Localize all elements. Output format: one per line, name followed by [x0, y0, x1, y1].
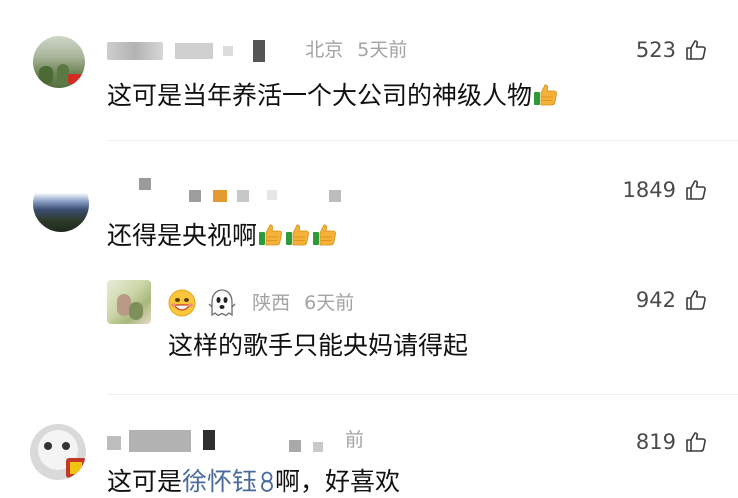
thumbs-up-emoji — [285, 221, 311, 247]
mention-link[interactable]: 徐怀钰 — [182, 467, 275, 496]
comment-meta: 前 — [107, 428, 387, 456]
like-button[interactable]: 819 — [636, 430, 708, 454]
thumbs-up-icon — [684, 178, 708, 202]
like-button[interactable]: 942 — [636, 288, 708, 312]
grinning-face-emoji[interactable] — [168, 289, 196, 317]
mention-glyph — [261, 471, 273, 492]
like-button[interactable]: 1849 — [623, 178, 708, 202]
like-count: 523 — [635, 38, 676, 62]
ghost-emoji[interactable] — [208, 288, 236, 318]
comment-time: 5天前 — [357, 39, 408, 61]
like-button[interactable]: 523 — [636, 38, 708, 62]
thumbs-up-icon — [684, 430, 708, 454]
comment-text: 还得是央视啊 — [107, 220, 338, 252]
comment-text: 这可是当年养活一个大公司的神级人物 — [107, 80, 559, 112]
like-count: 1849 — [622, 178, 676, 202]
comment-text: 这可是徐怀钰 啊，好喜欢 — [107, 467, 401, 496]
avatar[interactable] — [107, 280, 151, 324]
like-count: 942 — [635, 288, 676, 312]
thumbs-up-emoji — [533, 81, 559, 107]
thumbs-up-icon — [684, 288, 708, 312]
comment-meta: 北京 5天前 — [107, 38, 407, 62]
thumbs-up-emoji — [258, 221, 284, 247]
like-count: 819 — [635, 430, 676, 454]
avatar[interactable] — [33, 36, 85, 88]
avatar[interactable] — [33, 176, 89, 232]
username-blurred[interactable] — [107, 41, 163, 60]
comment-text: 这样的歌手只能央妈请得起 — [168, 331, 469, 360]
username-blurred[interactable] — [139, 178, 151, 190]
divider — [107, 394, 738, 395]
comment-time: 前 — [345, 429, 365, 451]
username-blurred[interactable] — [107, 436, 121, 450]
comment-location: 陕西 — [252, 291, 291, 314]
avatar[interactable] — [30, 424, 86, 480]
comment-location: 北京 — [305, 39, 344, 61]
thumbs-up-icon — [684, 38, 708, 62]
comment-time: 6天前 — [304, 291, 355, 314]
thumbs-up-emoji — [312, 221, 338, 247]
comment-meta: 陕西 6天前 — [168, 288, 354, 318]
divider — [107, 140, 738, 141]
